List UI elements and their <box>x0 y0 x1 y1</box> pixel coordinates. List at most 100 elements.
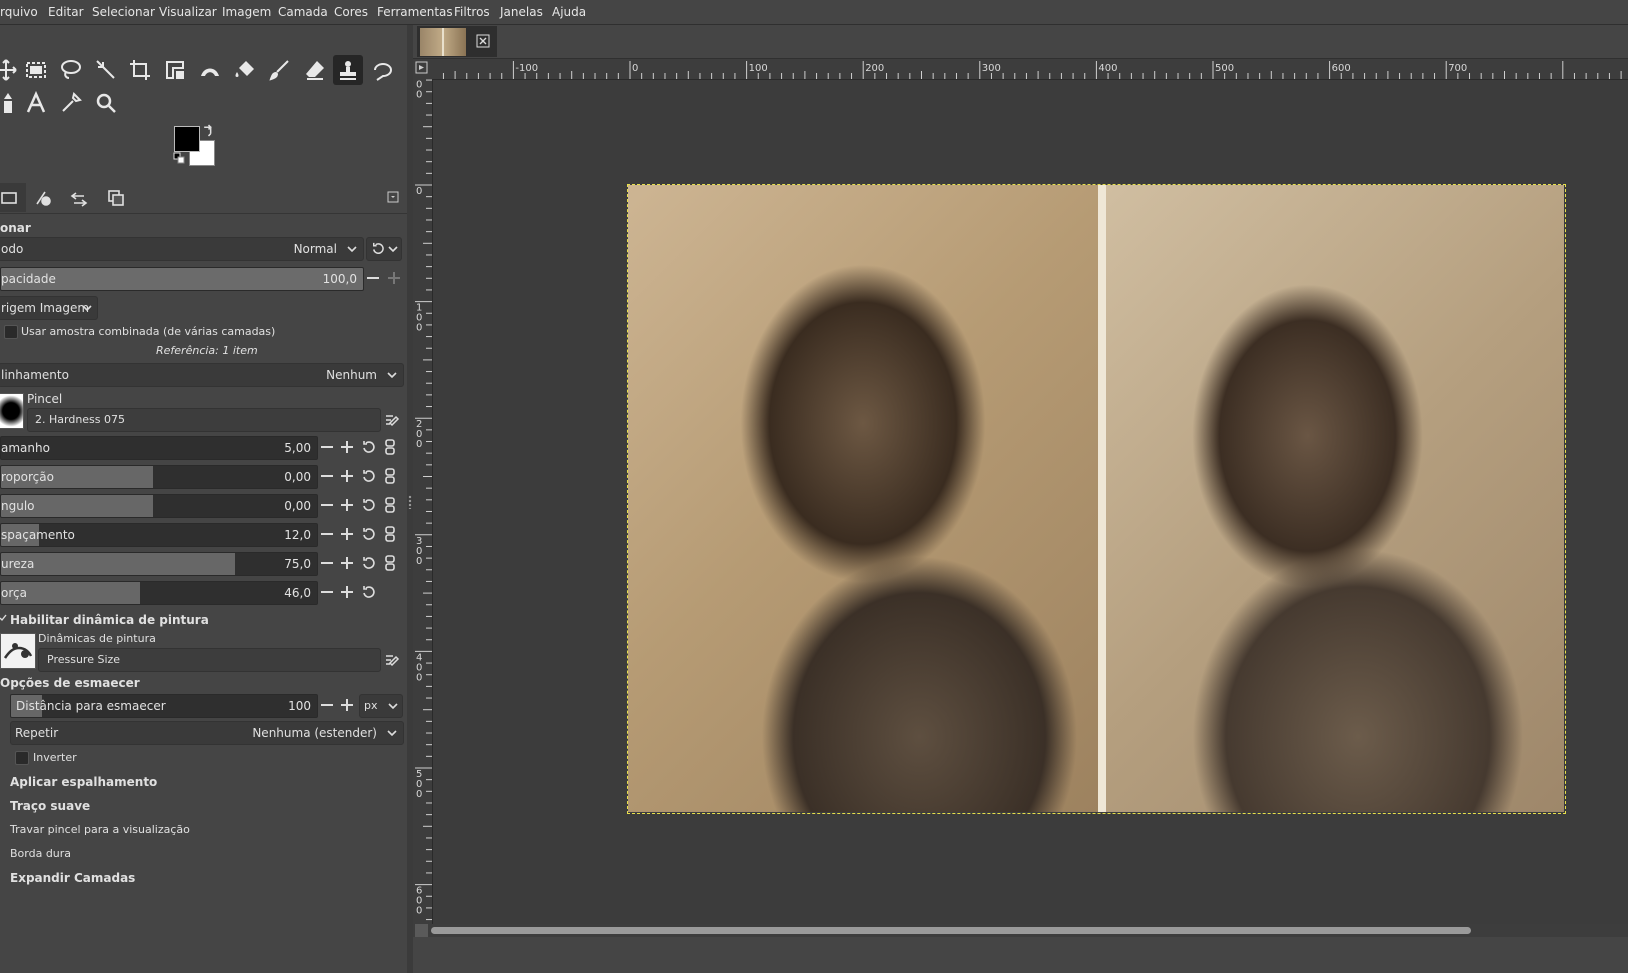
swap-colors-icon[interactable] <box>202 124 215 137</box>
paintbrush-icon[interactable] <box>265 55 295 85</box>
dynamics-name-field[interactable]: Pressure Size <box>38 648 381 672</box>
undo-history-tab[interactable] <box>62 183 96 212</box>
menu-ferramentas[interactable]: Ferramentas <box>377 5 453 19</box>
menu-filtros[interactable]: Filtros <box>454 5 490 19</box>
reset-icon[interactable] <box>360 526 376 542</box>
mode-reset-combo[interactable] <box>366 237 402 261</box>
link-chain-icon[interactable] <box>382 439 398 455</box>
images-tab[interactable] <box>99 183 133 212</box>
reset-icon[interactable] <box>360 555 376 571</box>
increase-button[interactable] <box>338 467 356 485</box>
opacity-slider[interactable]: pacidade 100,0 <box>0 267 364 291</box>
rect-select-icon[interactable] <box>21 55 51 85</box>
alignment-combo[interactable]: linhamento Nenhum <box>0 363 404 387</box>
menu-selecionar[interactable]: Selecionar <box>92 5 155 19</box>
fade-decrease-button[interactable] <box>318 696 336 714</box>
fade-increase-button[interactable] <box>338 696 356 714</box>
brush-name-field[interactable]: 2. Hardness 075 <box>27 408 381 432</box>
text-icon[interactable] <box>21 88 51 118</box>
decrease-button[interactable] <box>318 496 336 514</box>
jitter-label[interactable]: Aplicar espalhamento <box>10 775 157 789</box>
menu-camada[interactable]: Camada <box>278 5 328 19</box>
transform-icon[interactable] <box>160 55 190 85</box>
decrease-button[interactable] <box>318 554 336 572</box>
color-picker-icon[interactable] <box>56 88 86 118</box>
fuzzy-select-icon[interactable] <box>91 55 121 85</box>
menu-imagem[interactable]: Imagem <box>222 5 271 19</box>
menu-janelas[interactable]: Janelas <box>500 5 543 19</box>
increase-button[interactable] <box>338 554 356 572</box>
increase-button[interactable] <box>338 583 356 601</box>
fade-unit-combo[interactable]: px <box>359 694 403 718</box>
menu-editar[interactable]: Editar <box>48 5 84 19</box>
smooth-stroke-label[interactable]: Traço suave <box>10 799 90 813</box>
link-chain-icon[interactable] <box>382 468 398 484</box>
foreground-color-swatch[interactable] <box>174 126 200 152</box>
device-status-tab[interactable] <box>26 183 60 212</box>
brush-slider[interactable]: orça 46,0 <box>0 581 318 605</box>
brush-slider[interactable]: ureza 75,0 <box>0 552 318 576</box>
increase-button[interactable] <box>338 525 356 543</box>
decrease-button[interactable] <box>318 583 336 601</box>
warp-icon[interactable] <box>195 55 225 85</box>
tool-options-tab[interactable] <box>0 183 26 212</box>
smudge-icon[interactable] <box>368 55 398 85</box>
brush-slider[interactable]: amanho 5,00 <box>0 436 318 460</box>
move-icon[interactable] <box>0 55 21 85</box>
edit-dynamics-icon[interactable] <box>384 652 400 668</box>
dynamics-preview[interactable] <box>0 633 36 669</box>
reset-icon[interactable] <box>360 497 376 513</box>
vertical-ruler[interactable]: 100 0 100 200 300 400 500 600 <box>413 79 433 924</box>
link-chain-icon[interactable] <box>382 497 398 513</box>
decrease-button[interactable] <box>318 438 336 456</box>
reset-icon[interactable] <box>360 439 376 455</box>
zoom-icon[interactable] <box>91 88 121 118</box>
ruler-corner[interactable] <box>413 59 432 79</box>
horizontal-ruler[interactable]: -100 0 100 200 300 400 500 600 700 <box>413 59 1628 80</box>
sample-merged-checkbox[interactable] <box>4 325 18 339</box>
edit-brush-icon[interactable] <box>384 412 400 428</box>
decrease-button[interactable] <box>318 467 336 485</box>
photo-before[interactable] <box>628 185 1098 812</box>
increase-button[interactable] <box>338 438 356 456</box>
hard-edge-label[interactable]: Borda dura <box>10 847 71 860</box>
close-icon[interactable] <box>476 34 490 48</box>
menu-arquivo[interactable]: rquivo <box>0 5 38 19</box>
reset-icon[interactable] <box>360 468 376 484</box>
brush-slider[interactable]: spaçamento 12,0 <box>0 523 318 547</box>
increase-button[interactable] <box>338 496 356 514</box>
mode-combo[interactable]: odo Normal <box>0 237 364 261</box>
menu-visualizar[interactable]: Visualizar <box>159 5 217 19</box>
photo-after[interactable] <box>1106 185 1564 812</box>
dock-menu-icon[interactable] <box>387 191 399 203</box>
fade-distance-slider[interactable]: Distância para esmaecer 100 <box>10 694 318 718</box>
reset-colors-icon[interactable] <box>173 152 185 164</box>
scrollbar-thumb[interactable] <box>431 927 1471 934</box>
decrease-button[interactable] <box>318 525 336 543</box>
brush-preview[interactable] <box>0 393 24 429</box>
brush-slider[interactable]: ngulo 0,00 <box>0 494 318 518</box>
eraser-icon[interactable] <box>300 55 330 85</box>
lock-brush-label[interactable]: Travar pincel para a visualização <box>10 823 190 836</box>
brush-slider[interactable]: roporção 0,00 <box>0 465 318 489</box>
expand-layers-label[interactable]: Expandir Camadas <box>10 871 135 885</box>
horizontal-scrollbar[interactable] <box>413 924 1628 937</box>
lasso-icon[interactable] <box>56 55 86 85</box>
repeat-combo[interactable]: Repetir Nenhuma (estender) <box>10 721 404 745</box>
opacity-increase-button[interactable] <box>385 269 403 287</box>
source-combo[interactable]: rigem Imagem <box>0 296 98 320</box>
path-icon[interactable] <box>0 88 21 118</box>
menu-ajuda[interactable]: Ajuda <box>552 5 586 19</box>
link-chain-icon[interactable] <box>382 526 398 542</box>
link-chain-icon[interactable] <box>382 555 398 571</box>
reset-icon[interactable] <box>360 584 376 600</box>
checkmark-icon[interactable] <box>0 614 7 622</box>
clone-stamp-icon[interactable] <box>333 55 363 85</box>
opacity-decrease-button[interactable] <box>364 269 382 287</box>
image-tab[interactable] <box>417 26 497 57</box>
crop-icon[interactable] <box>125 55 155 85</box>
navigate-icon[interactable] <box>415 924 428 937</box>
menu-cores[interactable]: Cores <box>334 5 368 19</box>
bucket-fill-icon[interactable] <box>230 55 260 85</box>
invert-checkbox[interactable] <box>15 751 29 765</box>
